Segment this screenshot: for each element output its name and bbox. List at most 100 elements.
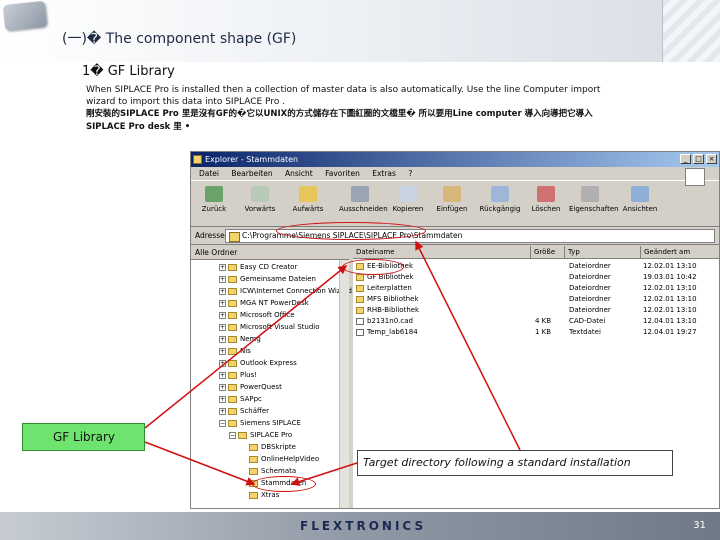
- tree-item[interactable]: − Siemens SIPLACE: [219, 418, 301, 429]
- scissors-icon: [351, 186, 369, 202]
- folder-icon: [228, 299, 237, 307]
- expand-icon[interactable]: +: [219, 347, 226, 355]
- file-type: Dateiordner: [569, 295, 611, 303]
- tree-item-label: Gemeinsame Dateien: [240, 275, 316, 283]
- collapse-icon[interactable]: −: [219, 419, 226, 427]
- file-type: Dateiordner: [569, 262, 611, 270]
- expand-icon[interactable]: +: [219, 275, 226, 283]
- menu-help[interactable]: ?: [408, 169, 412, 178]
- tree-item-label: PowerQuest: [240, 383, 282, 391]
- column-header-name[interactable]: Dateiname: [353, 246, 531, 259]
- menu-file[interactable]: Datei: [199, 169, 219, 178]
- file-icon: [356, 318, 364, 325]
- tree-item[interactable]: − SIPLACE Pro: [229, 430, 292, 441]
- tree-item[interactable]: + PowerQuest: [219, 382, 282, 393]
- cut-button[interactable]: Ausschneiden: [339, 184, 388, 224]
- address-label: Adresse: [195, 231, 225, 240]
- undo-icon: [491, 186, 509, 202]
- stammdaten-highlight-oval: [252, 476, 316, 492]
- column-header-size[interactable]: Größe: [531, 246, 565, 259]
- file-row[interactable]: RHB-Bibliothek Dateiordner 12.02.01 13:10: [353, 305, 719, 316]
- tree-item[interactable]: + ICW\Internet Connection Wizard: [219, 286, 352, 297]
- menu-favorites[interactable]: Favoriten: [325, 169, 360, 178]
- expand-icon[interactable]: +: [219, 383, 226, 391]
- menu-view[interactable]: Ansicht: [285, 169, 313, 178]
- expand-icon[interactable]: +: [219, 335, 226, 343]
- expand-icon[interactable]: +: [219, 323, 226, 331]
- expand-icon[interactable]: +: [219, 395, 226, 403]
- file-row[interactable]: Temp_lab6184 1 KB Textdatei 12.04.01 19:27: [353, 327, 719, 338]
- copy-label: Kopieren: [392, 205, 424, 213]
- cut-label: Ausschneiden: [339, 205, 388, 213]
- folder-icon: [228, 371, 237, 379]
- collapse-icon[interactable]: −: [229, 431, 236, 439]
- folder-icon: [228, 419, 237, 427]
- column-header-modified[interactable]: Geändert am: [641, 246, 719, 259]
- tree-item[interactable]: + Nemg: [219, 334, 261, 345]
- tree-item[interactable]: + Easy CD Creator: [219, 262, 297, 273]
- minimize-button[interactable]: _: [680, 154, 691, 164]
- expand-icon[interactable]: +: [219, 371, 226, 379]
- delete-button[interactable]: Löschen: [525, 184, 567, 224]
- maximize-button[interactable]: □: [693, 154, 704, 164]
- file-type: Dateiordner: [569, 284, 611, 292]
- folder-icon: [193, 155, 202, 164]
- tree-item[interactable]: + Gemeinsame Dateien: [219, 274, 316, 285]
- paste-icon: [443, 186, 461, 202]
- file-date: 12.02.01 13:10: [643, 306, 697, 314]
- views-icon: [631, 186, 649, 202]
- tree-item[interactable]: DBSkripte: [249, 442, 296, 453]
- forward-button[interactable]: Vorwärts: [239, 184, 281, 224]
- file-row[interactable]: Leiterplatten Dateiordner 12.02.01 13:10: [353, 283, 719, 294]
- tree-item[interactable]: + Nis: [219, 346, 251, 357]
- undo-button[interactable]: Rückgängig: [479, 184, 521, 224]
- folder-icon: [356, 274, 364, 281]
- file-row[interactable]: b2131n0.cad 4 KB CAD-Datei 12.04.01 13:10: [353, 316, 719, 327]
- expand-icon[interactable]: +: [219, 299, 226, 307]
- tree-item[interactable]: + Schäffer: [219, 406, 269, 417]
- slide-title: (一)� The component shape (GF): [62, 31, 297, 47]
- file-date: 12.02.01 13:10: [643, 284, 697, 292]
- tree-item[interactable]: OnlineHelpVideo: [249, 454, 319, 465]
- header-decoration: [662, 0, 720, 62]
- projector-icon: [2, 0, 48, 32]
- back-button[interactable]: Zurück: [193, 184, 235, 224]
- views-button[interactable]: Ansichten: [619, 184, 661, 224]
- address-highlight-oval: [276, 222, 426, 240]
- tree-item[interactable]: + Outlook Express: [219, 358, 297, 369]
- paste-button[interactable]: Einfügen: [431, 184, 473, 224]
- expand-icon[interactable]: +: [219, 287, 226, 295]
- tree-item[interactable]: + Plus!: [219, 370, 257, 381]
- gf-folder-highlight-oval: [342, 259, 404, 275]
- folder-icon: [228, 311, 237, 319]
- menu-extras[interactable]: Extras: [372, 169, 396, 178]
- tree-scrollbar[interactable]: [339, 260, 349, 508]
- close-button[interactable]: ×: [706, 154, 717, 164]
- properties-button[interactable]: Eigenschaften: [569, 184, 619, 224]
- expand-icon[interactable]: +: [219, 263, 226, 271]
- tree-item[interactable]: + SAPpc: [219, 394, 262, 405]
- tree-item[interactable]: + MGA NT PowerDesk: [219, 298, 309, 309]
- tree-item[interactable]: + Microsoft Visual Studio: [219, 322, 320, 333]
- file-row[interactable]: GF Bibliothek Dateiordner 19.03.01 10:42: [353, 272, 719, 283]
- folder-icon: [228, 263, 237, 271]
- folder-icon: [228, 395, 237, 403]
- properties-label: Eigenschaften: [569, 205, 619, 213]
- tree-item-label: OnlineHelpVideo: [261, 455, 320, 463]
- folder-icon: [356, 307, 364, 314]
- expand-icon[interactable]: +: [219, 407, 226, 415]
- column-header-type[interactable]: Typ: [565, 246, 641, 259]
- section-subtitle: 1� GF Library: [82, 64, 175, 79]
- expand-icon[interactable]: +: [219, 311, 226, 319]
- expand-icon[interactable]: +: [219, 359, 226, 367]
- file-row[interactable]: EE-Bibliothek Dateiordner 12.02.01 13:10: [353, 261, 719, 272]
- menu-edit[interactable]: Bearbeiten: [231, 169, 272, 178]
- file-row[interactable]: MFS Bibliothek Dateiordner 12.02.01 13:10: [353, 294, 719, 305]
- copy-button[interactable]: Kopieren: [387, 184, 429, 224]
- address-bar: Adresse C:\Programme\Siemens SIPLACE\SIP…: [191, 227, 719, 245]
- up-button[interactable]: Aufwärts: [287, 184, 329, 224]
- folder-icon: [356, 296, 364, 303]
- company-logo: FLEXTRONICS: [300, 519, 427, 533]
- tree-item[interactable]: + Microsoft Office: [219, 310, 295, 321]
- menu-bar: Datei Bearbeiten Ansicht Favoriten Extra…: [191, 167, 719, 186]
